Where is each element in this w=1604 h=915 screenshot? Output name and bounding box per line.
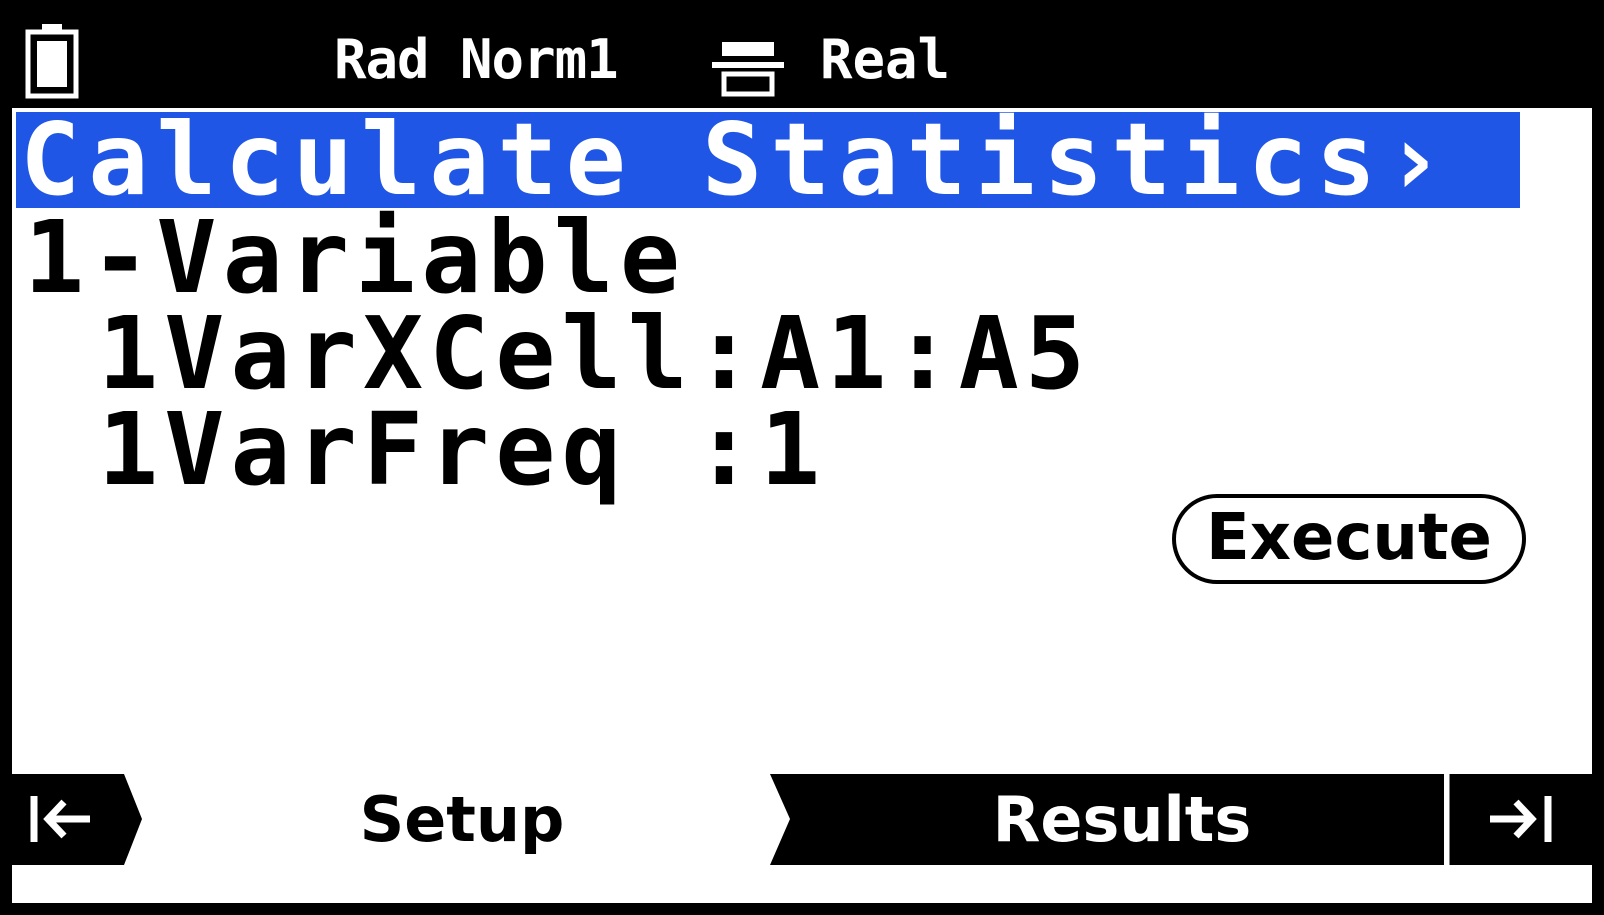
frequency-setting[interactable]: 1VarFreq :1 [98,400,826,500]
tab-bar: Setup Results [12,774,1592,865]
execute-button[interactable]: Execute [1172,494,1526,584]
first-tab-button[interactable] [12,774,142,865]
battery-icon [25,24,79,99]
calculator-screen: Rad Norm1 Real Calculate Statistics› 1-V… [0,0,1604,915]
status-bar: Rad Norm1 Real [12,12,1592,108]
display-format-icon [712,42,784,97]
tab-setup[interactable]: Setup [152,774,772,865]
last-tab-button[interactable] [1448,774,1592,865]
complex-mode: Real [820,28,951,91]
x-cell-range-setting[interactable]: 1VarXCell:A1:A5 [98,304,1091,404]
tab-results[interactable]: Results [802,774,1442,865]
angle-and-format-mode: Rad Norm1 [334,28,619,91]
title-bar: Calculate Statistics› [16,112,1520,208]
page-title: Calculate Statistics› [20,112,1453,208]
calc-type-setting[interactable]: 1-Variable [24,208,686,308]
